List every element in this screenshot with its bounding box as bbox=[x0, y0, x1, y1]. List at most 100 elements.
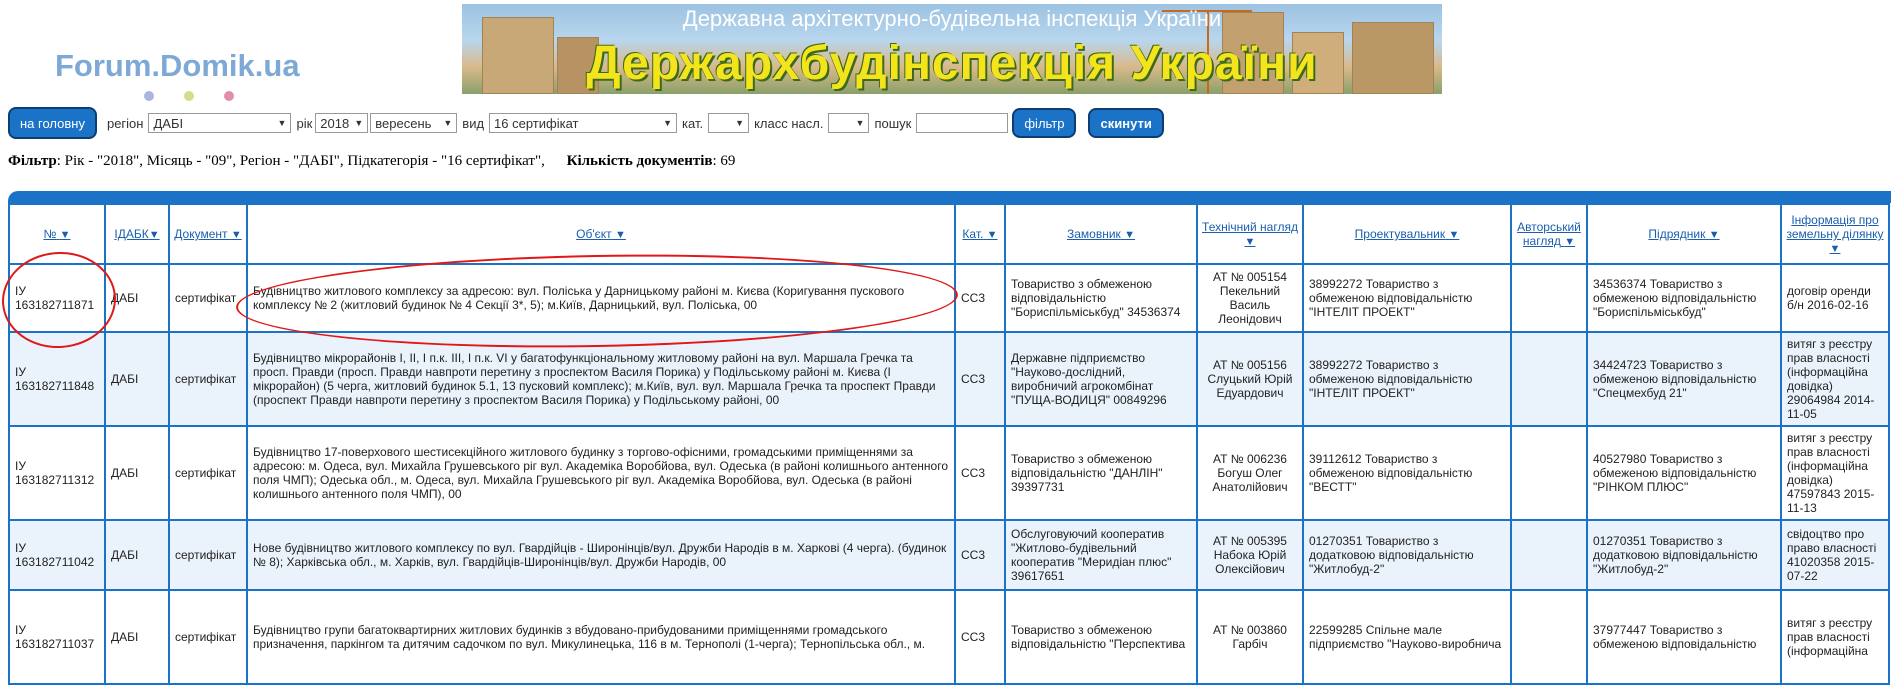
sort-arrow-icon: ▼ bbox=[1448, 229, 1460, 241]
logo-dot-2 bbox=[184, 91, 194, 101]
cell-object: Будівництво групи багатоквартирних житло… bbox=[248, 591, 954, 683]
site-logo[interactable]: Forum.Domik.ua bbox=[55, 48, 300, 84]
cell-cat: СС3 bbox=[956, 591, 1004, 683]
chevron-down-icon: ▼ bbox=[354, 118, 364, 128]
col-header-document[interactable]: Документ ▼ bbox=[170, 205, 246, 263]
col-header-author[interactable]: Авторський нагляд ▼ bbox=[1512, 205, 1586, 263]
count-word: Кількість документів bbox=[566, 153, 713, 169]
cell-land: договір оренди б/н 2016-02-16 bbox=[1782, 265, 1888, 331]
cell-idabk: ДАБІ bbox=[106, 427, 168, 519]
category-label: кат. bbox=[682, 115, 704, 131]
cell-num: ІУ 163182711042 bbox=[10, 521, 104, 589]
cell-land: витяг з реєстру прав власності (інформац… bbox=[1782, 427, 1888, 519]
sort-arrow-icon: ▼ bbox=[1244, 236, 1256, 248]
class-label: класс насл. bbox=[754, 115, 824, 131]
col-header-label: Проектувальник bbox=[1354, 227, 1446, 241]
cell-customer: Обслуговуючий кооператив "Житлово-будіве… bbox=[1006, 521, 1196, 589]
cell-supervision: АТ № 005395 Набока Юрій Олексійович bbox=[1198, 521, 1302, 589]
sort-arrow-icon: ▼ bbox=[148, 229, 160, 241]
cell-supervision: АТ № 006236 Богуш Олег Анатолійович bbox=[1198, 427, 1302, 519]
cell-author bbox=[1512, 521, 1586, 589]
col-header-designer[interactable]: Проектувальник ▼ bbox=[1304, 205, 1510, 263]
table-row[interactable]: ІУ 163182711042 ДАБІ сертифікат Нове буд… bbox=[10, 521, 1888, 589]
col-header-label: Інформація про земельну ділянку bbox=[1786, 213, 1884, 241]
cell-num: ІУ 163182711037 bbox=[10, 591, 104, 683]
cell-customer: Товариство з обмеженою відповідальністю … bbox=[1006, 591, 1196, 683]
sort-arrow-icon: ▼ bbox=[986, 229, 998, 241]
banner-subtitle: Державна архітектурно-будівельна інспекц… bbox=[682, 6, 1222, 31]
count-text: : 69 bbox=[712, 153, 736, 169]
table-top-bar bbox=[8, 191, 1891, 203]
sort-arrow-icon: ▼ bbox=[59, 229, 71, 241]
cell-supervision: АТ № 003860 Гарбіч bbox=[1198, 591, 1302, 683]
chevron-down-icon: ▼ bbox=[443, 118, 453, 128]
col-header-label: Замовник bbox=[1066, 227, 1121, 241]
class-select[interactable]: ▼ bbox=[828, 113, 870, 133]
banner-title: Держархбудінспекція України bbox=[586, 37, 1318, 90]
year-select[interactable]: 2018 ▼ bbox=[315, 113, 369, 133]
region-select[interactable]: ДАБІ ▼ bbox=[148, 113, 292, 133]
cell-idabk: ДАБІ bbox=[106, 591, 168, 683]
logo-dot-1 bbox=[144, 91, 154, 101]
table-row[interactable]: ІУ 163182711312 ДАБІ сертифікат Будівниц… bbox=[10, 427, 1888, 519]
cell-customer: Товариство з обмеженою відповідальністю … bbox=[1006, 265, 1196, 331]
sort-arrow-icon: ▼ bbox=[1124, 229, 1136, 241]
documents-table: № ▼ ІДАБК▼ Документ ▼ Об'єкт ▼ Кат. ▼ За… bbox=[8, 203, 1890, 685]
cell-author bbox=[1512, 427, 1586, 519]
category-select[interactable]: ▼ bbox=[708, 113, 750, 133]
cell-supervision: АТ № 005156 Слуцький Юрій Едуардович bbox=[1198, 333, 1302, 425]
chevron-down-icon: ▼ bbox=[277, 118, 287, 128]
cell-idabk: ДАБІ bbox=[106, 521, 168, 589]
region-value: ДАБІ bbox=[153, 115, 184, 131]
col-header-category[interactable]: Кат. ▼ bbox=[956, 205, 1004, 263]
cell-contractor: 34424723 Товариство з обмеженою відповід… bbox=[1588, 333, 1780, 425]
filter-controls: на головну регіон ДАБІ ▼ рік 2018 ▼ вересе… bbox=[8, 106, 1164, 140]
table-row[interactable]: ІУ 163182711037 ДАБІ сертифікат Будівниц… bbox=[10, 591, 1888, 683]
sort-arrow-icon: ▼ bbox=[1708, 229, 1720, 241]
sort-arrow-icon: ▼ bbox=[1829, 243, 1841, 255]
cell-cat: СС3 bbox=[956, 427, 1004, 519]
cell-designer: 38992272 Товариство з обмеженою відповід… bbox=[1304, 333, 1510, 425]
cell-object: Нове будівництво житлового комплексу по … bbox=[248, 521, 954, 589]
cell-customer: Державне підприємство "Науково-дослідний… bbox=[1006, 333, 1196, 425]
cell-contractor: 40527980 Товариство з обмеженою відповід… bbox=[1588, 427, 1780, 519]
filter-button[interactable]: фільтр bbox=[1012, 108, 1077, 138]
cell-doc: сертифікат bbox=[170, 333, 246, 425]
cell-supervision: АТ № 005154 Пекельний Василь Леонідович bbox=[1198, 265, 1302, 331]
filter-text: : Рік - "2018", Місяць - "09", Регіон - … bbox=[56, 153, 545, 169]
cell-designer: 22599285 Спільне мале підприємство "Наук… bbox=[1304, 591, 1510, 683]
cell-author bbox=[1512, 265, 1586, 331]
cell-contractor: 37977447 Товариство з обмеженою відповід… bbox=[1588, 591, 1780, 683]
table-header-row: № ▼ ІДАБК▼ Документ ▼ Об'єкт ▼ Кат. ▼ За… bbox=[10, 205, 1888, 263]
month-select[interactable]: вересень ▼ bbox=[370, 113, 458, 133]
cell-designer: 01270351 Товариство з додатковою відпові… bbox=[1304, 521, 1510, 589]
col-header-label: ІДАБК bbox=[114, 227, 149, 241]
cell-doc: сертифікат bbox=[170, 521, 246, 589]
chevron-down-icon: ▼ bbox=[735, 118, 745, 128]
logo-dot-3 bbox=[224, 91, 234, 101]
col-header-label: Кат. bbox=[962, 227, 984, 241]
month-value: вересень bbox=[375, 115, 432, 131]
header-banner[interactable]: Державна архітектурно-будівельна інспекц… bbox=[462, 4, 1442, 94]
search-label: пошук bbox=[874, 115, 912, 131]
reset-button[interactable]: скинути bbox=[1088, 108, 1164, 138]
type-select[interactable]: 16 сертифікат ▼ bbox=[489, 113, 678, 133]
col-header-idabk[interactable]: ІДАБК▼ bbox=[106, 205, 168, 263]
col-header-customer[interactable]: Замовник ▼ bbox=[1006, 205, 1196, 263]
search-input[interactable] bbox=[916, 113, 1009, 133]
year-value: 2018 bbox=[320, 115, 350, 131]
sort-arrow-icon: ▼ bbox=[230, 229, 242, 241]
col-header-land[interactable]: Інформація про земельну ділянку ▼ bbox=[1782, 205, 1888, 263]
col-header-label: Технічний нагляд bbox=[1202, 220, 1298, 234]
filter-summary: Фільтр: Рік - "2018", Місяць - "09", Рег… bbox=[8, 153, 735, 170]
cell-doc: сертифікат bbox=[170, 427, 246, 519]
cell-num: ІУ 163182711312 bbox=[10, 427, 104, 519]
home-button[interactable]: на головну bbox=[8, 107, 97, 139]
cell-idabk: ДАБІ bbox=[106, 333, 168, 425]
sort-arrow-icon: ▼ bbox=[614, 229, 626, 241]
year-label: рік bbox=[296, 115, 313, 131]
col-header-supervision[interactable]: Технічний нагляд ▼ bbox=[1198, 205, 1302, 263]
table-row[interactable]: ІУ 163182711848 ДАБІ сертифікат Будівниц… bbox=[10, 333, 1888, 425]
col-header-contractor[interactable]: Підрядник ▼ bbox=[1588, 205, 1780, 263]
chevron-down-icon: ▼ bbox=[663, 118, 673, 128]
